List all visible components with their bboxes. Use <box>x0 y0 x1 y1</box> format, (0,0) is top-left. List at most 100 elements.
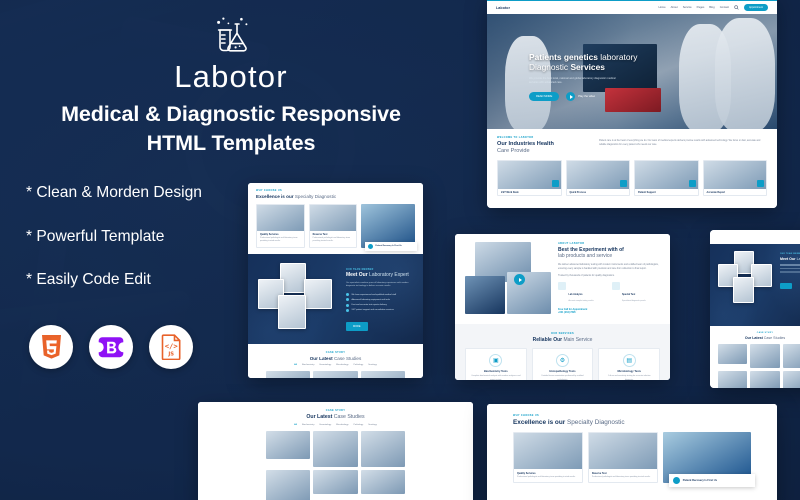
preview-service-card-text: Complete biochemical analysis with moder… <box>471 375 521 380</box>
preview-service-eyebrow: OUR SERVICES <box>550 332 575 335</box>
html5-badge <box>29 325 73 369</box>
preview-hero-title-thin: laboratory <box>597 52 638 62</box>
preview-hero-read-more-button[interactable]: READ MORE <box>529 92 560 102</box>
preview-hero-play-button[interactable]: Play the video <box>566 92 595 102</box>
preview-br-card-text: Professional pathologist and laboratory … <box>591 475 651 478</box>
preview-industries-section: WELCOME TO LABOTOR Our Industries Health… <box>487 129 777 204</box>
preview-case-thumb[interactable] <box>750 371 780 388</box>
preview-br-section: WHY CHOOSE US Excellence is our Specialt… <box>487 404 777 493</box>
preview-nav-link[interactable]: Pages <box>697 6 705 9</box>
preview-right-team-title-strong: Meet Our <box>780 256 796 261</box>
preview-industry-card-label: Accurate Report <box>706 191 726 195</box>
preview-br-eyebrow: WHY CHOOSE US <box>513 414 540 417</box>
play-icon[interactable] <box>514 274 525 285</box>
preview-service-card-text: Detailed tissue examination performed by… <box>541 375 584 380</box>
preview-experiment-eyebrow: ABOUT LABOTOR <box>558 242 585 245</box>
preview-experiment-paragraph2: Trusted by thousands of patients for qua… <box>558 274 615 277</box>
javascript-code-file-badge: </> JS <box>149 325 193 369</box>
preview-service-card[interactable]: ⚙ Histopathology Tests Detailed tissue e… <box>531 348 594 380</box>
preview-industry-card[interactable]: Patient Support <box>634 159 699 197</box>
preview-hero-image: Patients genetics laboratory Diagnostic … <box>487 14 777 129</box>
preview-hero-title-strong: Patients genetics <box>529 52 598 62</box>
preview-experiment-features: Lab Analysis Accurate sample testing res… <box>558 281 661 303</box>
javascript-code-file-badge-icon: </> JS <box>161 334 180 360</box>
page-title: Medical & Diagnostic Responsive HTML Tem… <box>8 100 454 158</box>
preview-nav-link[interactable]: About <box>671 6 678 9</box>
preview-experiment-feature: Special Test Specialised diagnostic pane… <box>611 281 661 303</box>
preview-case-thumb[interactable] <box>782 344 800 369</box>
preview-experiment-title-thin: lab products and service <box>558 253 613 260</box>
search-icon[interactable] <box>734 5 739 10</box>
preview-right-team-title: Meet Our Lab <box>780 257 800 262</box>
headline-line-2: HTML Templates <box>146 131 316 156</box>
logo-block: Labotor <box>0 14 462 95</box>
preview-hero-title2-strong: Services <box>570 62 605 73</box>
preview-br-card[interactable]: Reserve Test Professional pathologist an… <box>587 432 658 483</box>
svg-text:</>: </> <box>164 342 178 351</box>
preview-industry-card-label: 24/7 Work Desk <box>501 191 519 195</box>
preview-right-cases-title-strong: Our Latest <box>744 336 763 340</box>
preview-service-title-strong: Reliable Our <box>532 337 563 343</box>
preview-right-team-eyebrow: OUR TEAM MEMBER <box>780 253 800 255</box>
preview-hero-subtitle: We provide the best local, national and … <box>529 76 616 84</box>
preview-experiment-paragraph: We deliver advanced laboratory testing w… <box>558 263 659 270</box>
preview-service-card[interactable]: ▣ Biochemistry Tests Complete biochemica… <box>465 348 527 380</box>
preview-experiment-call: Free Call for Appointment +001 (234) 789… <box>558 308 660 314</box>
preview-service-cards: ▣ Biochemistry Tests Complete biochemica… <box>465 348 661 380</box>
flask-icon: ⚙ <box>556 354 569 368</box>
bootstrap-badge-icon <box>98 336 124 357</box>
report-icon: ▤ <box>622 354 636 368</box>
preview-experiment-peek: Best the Experiment with of <box>487 203 777 208</box>
preview-nav-links: Home About Service Pages Blog Contact Ap… <box>659 4 768 11</box>
feature-list: * Clean & Morden Design * Powerful Templ… <box>26 185 202 316</box>
feature-item: * Powerful Template <box>26 227 165 245</box>
preview-nav-cta-button[interactable]: Appointment <box>743 4 768 11</box>
preview-section-paragraph: Patient care is at the heart of everythi… <box>599 140 761 147</box>
preview-experiment-title: Best the Experiment with of lab products… <box>558 247 660 260</box>
preview-industry-card[interactable]: Quick Process <box>565 159 630 197</box>
preview-right-edge-page[interactable]: OUR TEAM MEMBER Meet Our Lab CASE STUDY … <box>710 230 800 388</box>
preview-experiment-images <box>465 242 551 316</box>
preview-industry-card[interactable]: 24/7 Work Desk <box>497 159 562 197</box>
microscope-icon: ▣ <box>489 354 503 368</box>
card-badge-icon <box>688 179 696 187</box>
preview-section-title-thin: Care Provide <box>497 147 530 154</box>
check-icon <box>672 476 680 484</box>
preview-service-card-title: Biochemistry Tests <box>483 370 508 374</box>
special-test-icon <box>611 281 620 290</box>
card-badge-icon <box>757 179 764 187</box>
preview-service-card-title: Histopathology Tests <box>549 370 576 374</box>
preview-about-page[interactable]: WHY CHOOSE US Excellence is our Specialt… <box>487 404 777 500</box>
preview-navbar: Labotor Home About Service Pages Blog Co… <box>487 1 777 14</box>
preview-hero-title: Patients genetics laboratory Diagnostic … <box>529 52 637 73</box>
card-badge-icon <box>551 179 559 187</box>
preview-nav-link[interactable]: Service <box>683 6 692 9</box>
preview-right-team-title-thin: Lab <box>796 256 800 261</box>
preview-case-thumb[interactable] <box>782 371 800 388</box>
preview-right-cases-eyebrow: CASE STUDY <box>756 332 774 334</box>
preview-case-thumb[interactable] <box>718 371 748 388</box>
preview-services-page[interactable]: ABOUT LABOTOR Best the Experiment with o… <box>455 234 670 380</box>
preview-hero-text: Patients genetics laboratory Diagnostic … <box>529 52 637 102</box>
preview-nav-logo: Labotor <box>496 5 511 10</box>
play-icon <box>566 92 576 102</box>
preview-right-team-button[interactable] <box>780 282 792 289</box>
preview-case-thumb[interactable] <box>750 344 780 369</box>
preview-feature-text: Specialised diagnostic panels. <box>622 299 647 302</box>
preview-right-cases-title-thin: Case Studies <box>762 336 786 340</box>
preview-service-card[interactable]: ▤ Microbiology Tests Culture and sensiti… <box>598 348 661 380</box>
preview-br-card[interactable]: Quality Services Professional pathologis… <box>513 432 583 483</box>
preview-experiment-title-strong: Best the Experiment with of <box>558 247 624 253</box>
preview-service-title-thin: Main Service <box>562 337 593 343</box>
preview-industry-card[interactable]: Accurate Report <box>702 159 767 197</box>
preview-br-card-text: Professional pathologist and laboratory … <box>517 475 576 478</box>
brand-name: Labotor <box>174 59 288 94</box>
preview-nav-link[interactable]: Contact <box>720 6 729 9</box>
preview-br-title-thin: Specialty Diagnostic <box>565 419 625 426</box>
preview-nav-link[interactable]: Blog <box>709 6 714 9</box>
preview-call-number[interactable]: +001 (234) 7895 <box>558 311 660 314</box>
preview-hero-homepage[interactable]: Labotor Home About Service Pages Blog Co… <box>487 0 777 208</box>
promo-banner: Labotor Medical & Diagnostic Responsive … <box>0 0 800 500</box>
preview-nav-link[interactable]: Home <box>659 6 666 9</box>
preview-case-thumb[interactable] <box>718 344 748 365</box>
